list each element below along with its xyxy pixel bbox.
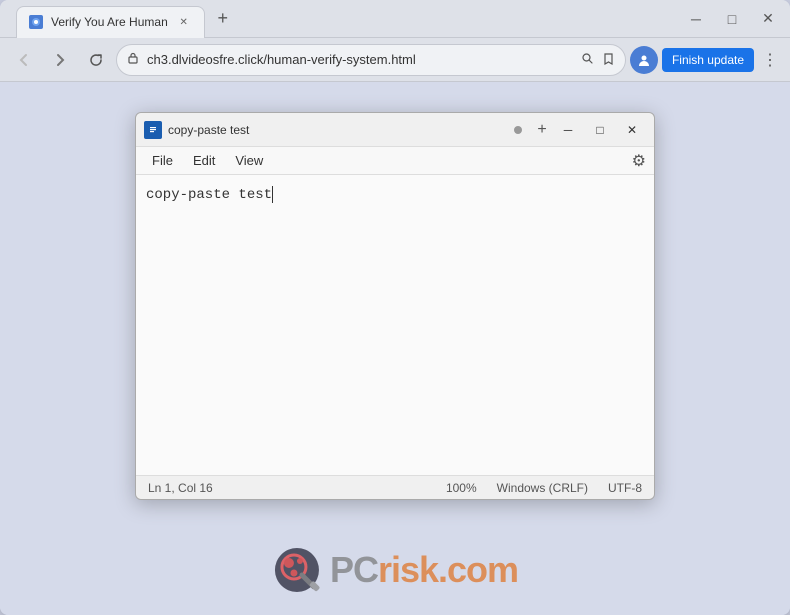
pcrisk-watermark: PCrisk.com (272, 545, 518, 595)
tab-title: Verify You Are Human (51, 15, 168, 29)
notepad-file-menu[interactable]: File (144, 150, 181, 171)
close-button[interactable]: ✕ (754, 5, 782, 33)
search-icon (581, 52, 594, 68)
pcrisk-logo-icon (272, 545, 322, 595)
status-line-ending: Windows (CRLF) (497, 481, 588, 495)
profile-button[interactable] (630, 46, 658, 74)
title-bar: Verify You Are Human ✕ + ─ □ ✕ (0, 0, 790, 38)
url-input[interactable] (147, 52, 573, 67)
nav-bar: Finish update ⋮ (0, 38, 790, 82)
editor-content: copy-paste test (146, 187, 272, 203)
title-bar-right: ─ □ ✕ (682, 5, 782, 33)
page-content: copy-paste test + ─ □ ✕ File Edit View ⚙… (0, 82, 790, 615)
browser-menu-button[interactable]: ⋮ (758, 46, 782, 74)
status-zoom: 100% (446, 481, 477, 495)
finish-update-button[interactable]: Finish update (662, 48, 754, 72)
lock-icon (127, 52, 139, 67)
notepad-title: copy-paste test (168, 123, 514, 137)
bookmark-icon (602, 52, 615, 68)
browser-window: Verify You Are Human ✕ + ─ □ ✕ (0, 0, 790, 615)
nav-right: Finish update ⋮ (630, 46, 782, 74)
pcrisk-dotcom-text: .com (438, 549, 518, 590)
status-encoding: UTF-8 (608, 481, 642, 495)
notepad-editor[interactable]: copy-paste test (136, 175, 654, 475)
text-cursor (272, 186, 273, 203)
notepad-view-menu[interactable]: View (227, 150, 271, 171)
minimize-button[interactable]: ─ (682, 5, 710, 33)
tab-close-button[interactable]: ✕ (176, 14, 192, 30)
notepad-maximize-button[interactable]: □ (586, 119, 614, 141)
pcrisk-pc-text: PC (330, 549, 378, 590)
back-button[interactable] (8, 44, 40, 76)
notepad-close-button[interactable]: ✕ (618, 119, 646, 141)
address-bar[interactable] (116, 44, 626, 76)
forward-button[interactable] (44, 44, 76, 76)
notepad-minimize-button[interactable]: ─ (554, 119, 582, 141)
notepad-settings-icon[interactable]: ⚙ (632, 151, 646, 171)
tab-area: Verify You Are Human ✕ + (16, 3, 678, 35)
notepad-statusbar: Ln 1, Col 16 100% Windows (CRLF) UTF-8 (136, 475, 654, 499)
reload-button[interactable] (80, 44, 112, 76)
notepad-menubar: File Edit View ⚙ (136, 147, 654, 175)
new-tab-button[interactable]: + (209, 5, 237, 33)
notepad-modified-dot (514, 126, 522, 134)
pcrisk-risk-text: risk (378, 549, 438, 590)
notepad-window: copy-paste test + ─ □ ✕ File Edit View ⚙… (135, 112, 655, 500)
status-position: Ln 1, Col 16 (148, 481, 213, 495)
notepad-new-tab-button[interactable]: + (530, 118, 554, 142)
tab-favicon (29, 15, 43, 29)
notepad-window-controls: ─ □ ✕ (554, 119, 646, 141)
active-tab[interactable]: Verify You Are Human ✕ (16, 6, 205, 38)
pcrisk-brand-text: PCrisk.com (330, 549, 518, 591)
notepad-titlebar: copy-paste test + ─ □ ✕ (136, 113, 654, 147)
notepad-edit-menu[interactable]: Edit (185, 150, 223, 171)
maximize-button[interactable]: □ (718, 5, 746, 33)
notepad-favicon-icon (144, 121, 162, 139)
